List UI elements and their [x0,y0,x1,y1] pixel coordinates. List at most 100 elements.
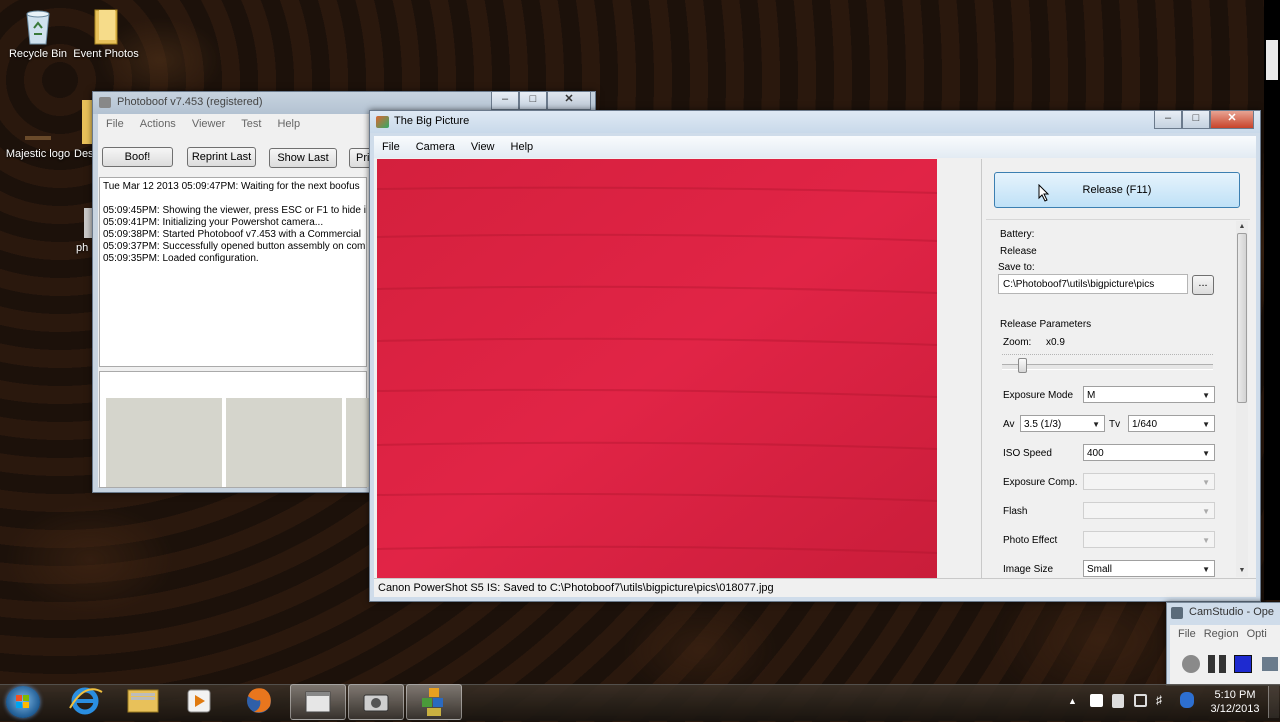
camstudio-window: CamStudio - Ope File Region Opti [1166,602,1280,686]
window-title: CamStudio - Ope [1189,606,1274,618]
folder-icon [127,689,159,713]
chevron-down-icon: ▼ [1202,565,1210,574]
desktop-icon-ph[interactable]: ph [62,208,96,254]
taskbar-media-player[interactable] [172,684,226,718]
bigpicture-titlebar[interactable]: The Big Picture – □ ✕ [370,111,1260,133]
desktop-icon-event-photos[interactable]: Event Photos [68,6,144,60]
menu-help[interactable]: Help [269,118,308,130]
taskbar-explorer[interactable] [116,684,170,718]
save-to-label: Save to: [998,262,1035,273]
chevron-down-icon: ▼ [1202,449,1210,458]
menu-file[interactable]: File [374,141,408,153]
camstudio-menubar: File Region Opti [1170,625,1280,643]
window-icon [305,691,331,713]
power-icon[interactable] [1112,694,1124,708]
taskbar-bigpicture[interactable] [348,684,404,720]
desktop-icon-recycle-bin[interactable]: Recycle Bin [0,6,76,60]
exposure-mode-select[interactable]: M ▼ [1083,386,1215,403]
bigpicture-client: File Camera View Help Release (F11) Batt… [374,136,1256,597]
zoom-slider-thumb[interactable] [1018,358,1027,373]
pause-icon[interactable] [1208,655,1226,673]
minimize-button[interactable]: – [1154,111,1182,129]
taskbar-internet-explorer[interactable] [58,684,112,718]
menu-file[interactable]: File [98,118,132,130]
desktop-icon-label: ph [76,242,89,254]
menu-camera[interactable]: Camera [408,141,463,153]
file-icon [82,100,92,144]
maximize-button[interactable]: □ [519,92,547,110]
preview-texture [377,159,937,579]
clock[interactable]: 5:10 PM 3/12/2013 [1204,688,1266,716]
thumbnail-slot[interactable] [226,398,342,487]
release-parameters-label: Release Parameters [1000,319,1092,330]
thumbnail-slot[interactable] [106,398,222,487]
stop-icon[interactable] [1234,655,1252,673]
record-icon[interactable] [1182,655,1200,673]
tv-select[interactable]: 1/640 ▼ [1128,415,1215,432]
status-text: Canon PowerShot S5 IS: Saved to C:\Photo… [378,582,774,594]
taskbar-photoboof[interactable] [290,684,346,720]
menu-options[interactable]: Opti [1247,628,1275,640]
scroll-down-arrow[interactable]: ▼ [1236,565,1248,577]
window-title: The Big Picture [394,115,470,127]
minimize-button[interactable]: – [491,92,519,110]
scroll-arrow [1266,40,1278,80]
selected-value: 400 [1087,448,1104,459]
close-button[interactable]: ✕ [1210,111,1254,129]
action-center-icon[interactable] [1090,694,1103,707]
menu-test[interactable]: Test [233,118,269,130]
iso-speed-select[interactable]: 400 ▼ [1083,444,1215,461]
clock-date: 3/12/2013 [1210,703,1260,715]
menu-actions[interactable]: Actions [132,118,184,130]
taskbar-mfc[interactable] [406,684,462,720]
zoom-ticks [1002,354,1213,358]
av-select[interactable]: 3.5 (1/3) ▼ [1020,415,1105,432]
chevron-down-icon: ▼ [1092,420,1100,429]
iso-speed-label: ISO Speed [1003,448,1052,459]
taskbar-firefox[interactable] [232,684,286,718]
volume-icon[interactable]: ♯ [1156,694,1169,707]
clock-time: 5:10 PM [1214,689,1256,701]
flash-select: ▼ [1083,502,1215,519]
menu-region[interactable]: Region [1204,628,1247,640]
release-group-label: Release [1000,246,1037,257]
window-title: Photoboof v7.453 (registered) [117,96,263,108]
log-line: 05:09:41PM: Initializing your Powershot … [103,217,324,228]
image-icon [21,132,55,144]
zoom-slider-track[interactable] [1002,358,1213,373]
caption-buttons: – □ ✕ [491,92,591,110]
selected-value: 3.5 (1/3) [1024,419,1062,430]
release-button[interactable]: Release (F11) [994,172,1240,208]
show-hidden-icons-icon[interactable]: ▲ [1068,696,1077,706]
browse-button[interactable]: ... [1192,275,1214,295]
menu-file[interactable]: File [1170,628,1204,640]
boof-button[interactable]: Boof! [102,147,173,167]
start-button[interactable] [6,686,40,718]
menu-view[interactable]: View [463,141,503,153]
camera-preview [377,159,937,579]
maximize-button[interactable]: □ [1182,111,1210,129]
camstudio-titlebar[interactable]: CamStudio - Ope [1167,603,1280,623]
windows-logo-icon [16,695,29,708]
caption-buttons: – □ ✕ [1154,111,1254,129]
show-last-button[interactable]: Show Last [269,148,337,168]
show-desktop-button[interactable] [1268,686,1279,718]
vertical-scrollbar[interactable]: ▲ ▼ [1236,221,1248,577]
scroll-up-arrow[interactable]: ▲ [1236,221,1248,233]
close-button[interactable]: ✕ [547,92,591,110]
scroll-thumb[interactable] [1237,233,1247,403]
log-line: Tue Mar 12 2013 05:09:47PM: Waiting for … [103,181,360,192]
menu-help[interactable]: Help [503,141,542,153]
chevron-down-icon: ▼ [1202,507,1210,516]
recycle-bin-icon [21,6,55,45]
network-icon[interactable] [1134,694,1147,707]
reprint-last-button[interactable]: Reprint Last [187,147,256,167]
options-icon[interactable] [1262,657,1278,671]
log-panel: Tue Mar 12 2013 05:09:47PM: Waiting for … [99,177,367,367]
exposure-comp-label: Exposure Comp. [1003,477,1078,488]
image-size-select[interactable]: Small ▼ [1083,560,1215,577]
bigpicture-window: The Big Picture – □ ✕ File Camera View H… [369,110,1261,602]
bluetooth-icon[interactable] [1180,692,1194,708]
save-to-field[interactable]: C:\Photoboof7\utils\bigpicture\pics [998,274,1188,294]
menu-viewer[interactable]: Viewer [184,118,233,130]
